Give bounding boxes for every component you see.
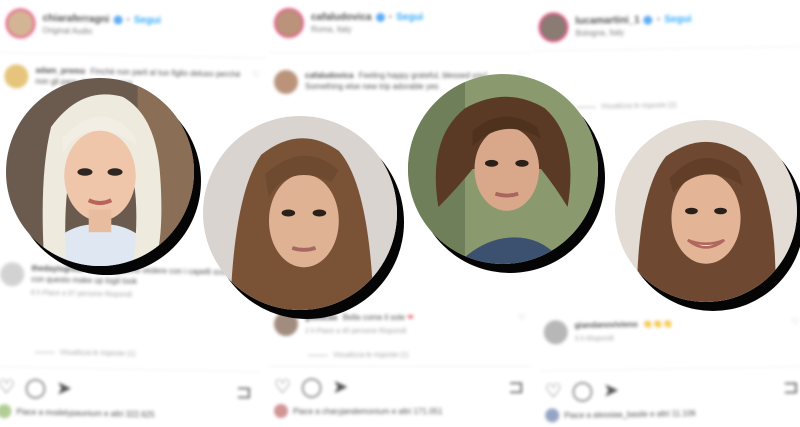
separator-dot: •: [656, 14, 661, 26]
comment-icon[interactable]: ◯: [572, 380, 594, 401]
share-icon[interactable]: ➤: [603, 380, 619, 401]
follow-button[interactable]: Segui: [134, 15, 161, 27]
follow-button[interactable]: Segui: [396, 12, 423, 23]
like-icon[interactable]: ♡: [0, 377, 15, 398]
post-subtitle: Bologna, Italy: [575, 28, 625, 38]
portrait-image: [408, 74, 598, 264]
comment-item: thedayisgreat Ma ti vogliamo vedere con …: [0, 262, 256, 303]
comment-username[interactable]: giandanovivieno: [575, 320, 638, 330]
divider: [0, 51, 267, 59]
likes-summary[interactable]: Piace a charyjandemonium e altri 171.051: [274, 404, 526, 418]
likes-text: Piace a alessiaa_basile e altri 11.106: [564, 408, 696, 420]
likes-text: Piace a charyjandemonium e altri 171.051: [293, 406, 443, 416]
comment-like-icon[interactable]: ♡: [791, 316, 800, 341]
liker-avatar: [274, 404, 288, 418]
divider: [532, 45, 800, 52]
save-icon[interactable]: ⊐: [508, 378, 524, 397]
view-replies-link[interactable]: Visualizza le risposte (1): [308, 352, 409, 359]
comment-username[interactable]: adam_premo: [35, 66, 85, 76]
verified-badge-icon: [113, 15, 123, 25]
share-icon[interactable]: ➤: [332, 378, 348, 397]
portrait-long-brown-hair: [203, 116, 397, 310]
comment-item: giulucas Bella come il sole ❤ 2 h Piace …: [274, 312, 526, 337]
comment-username[interactable]: thedayisgreat: [31, 264, 83, 274]
comment-avatar[interactable]: [0, 262, 25, 287]
portrait-image: [203, 116, 397, 310]
post-actions: ♡ ◯ ➤ ⊐: [0, 374, 252, 405]
post-actions: ♡ ◯ ➤ ⊐: [545, 374, 799, 404]
share-icon[interactable]: ➤: [56, 378, 72, 399]
comment-username[interactable]: cafaludovica: [305, 71, 353, 80]
comment-text: Bella come il sole: [342, 313, 405, 322]
like-icon[interactable]: ♡: [274, 378, 291, 397]
comment-avatar[interactable]: [274, 312, 298, 336]
view-replies-label: Visualizza le risposte (2): [600, 102, 677, 111]
save-icon[interactable]: ⊐: [783, 377, 799, 398]
divider: [268, 366, 532, 367]
liker-avatar: [545, 408, 560, 423]
portrait-platinum-blonde: [6, 78, 194, 266]
comment-meta: 8 h Piace a 97 persone Rispondi: [30, 289, 133, 299]
replies-line: [34, 351, 55, 354]
portrait-curly-hair: [408, 74, 598, 264]
replies-line: [308, 355, 328, 356]
comment-username[interactable]: giulucas: [305, 313, 337, 322]
divider: [538, 365, 800, 372]
portrait-image: [6, 78, 194, 266]
comment-meta: 2 h Piace a 40 persone Rispondi: [305, 328, 407, 335]
post-header: chiaraferragni • Segui Original Audio: [5, 4, 262, 47]
red-heart-icon: ❤: [407, 313, 414, 322]
separator-dot: •: [126, 14, 130, 26]
comment-avatar[interactable]: [543, 320, 568, 345]
post-subtitle: Original Audio: [42, 25, 93, 36]
divider: [0, 365, 261, 373]
comment-icon[interactable]: ◯: [301, 378, 322, 397]
view-replies-label: Visualizza le risposte (1): [59, 349, 136, 358]
post-header: lucamartini_1 • Segui Bologna, Italy: [538, 4, 795, 46]
follow-button[interactable]: Segui: [664, 14, 691, 25]
view-replies-label: Visualizza le risposte (1): [333, 352, 409, 359]
portrait-smiling-woman: [615, 120, 797, 302]
verified-badge-icon: [643, 15, 653, 25]
likes-summary[interactable]: Piace a modelypaunium e altri 322.625: [0, 404, 253, 423]
like-icon[interactable]: ♡: [545, 381, 562, 402]
post-actions: ♡ ◯ ➤ ⊐: [274, 374, 524, 400]
divider: [268, 52, 532, 53]
likes-text: Piace a modelypaunium e altri 322.625: [16, 406, 155, 419]
replies-line: [575, 106, 596, 108]
avatar[interactable]: [5, 8, 36, 39]
comment-avatar[interactable]: [274, 70, 298, 94]
view-replies-link[interactable]: Visualizza le risposte (2): [575, 102, 677, 111]
likes-summary[interactable]: Piace a alessiaa_basile e altri 11.106: [545, 404, 800, 423]
post-subtitle: Roma, Italy: [311, 25, 352, 34]
comment-icon[interactable]: ◯: [25, 377, 47, 398]
comment-item: giandanovivieno 👏👏👏 5 h Rispondi ♡: [543, 316, 800, 345]
post-username[interactable]: chiaraferragni: [43, 13, 110, 25]
save-icon[interactable]: ⊐: [236, 382, 252, 403]
liker-avatar: [0, 404, 12, 419]
comment-like-icon[interactable]: ♡: [518, 312, 526, 337]
clapping-hands-icon: 👏👏👏: [642, 319, 673, 329]
comment-meta: 5 h Rispondi: [574, 335, 614, 343]
avatar[interactable]: [538, 12, 569, 43]
avatar[interactable]: [274, 8, 304, 38]
view-replies-link[interactable]: Visualizza le risposte (1): [34, 349, 136, 358]
post-username[interactable]: lucamartini_1: [575, 15, 640, 27]
verified-badge-icon: [375, 13, 385, 22]
post-header: cafaludovica • Segui Roma, Italy: [274, 4, 526, 42]
comment-avatar[interactable]: [4, 64, 29, 89]
post-username[interactable]: cafaludovica: [311, 12, 372, 23]
separator-dot: •: [388, 12, 393, 23]
comment-like-icon[interactable]: ♡: [252, 69, 260, 93]
portrait-image: [615, 120, 797, 302]
